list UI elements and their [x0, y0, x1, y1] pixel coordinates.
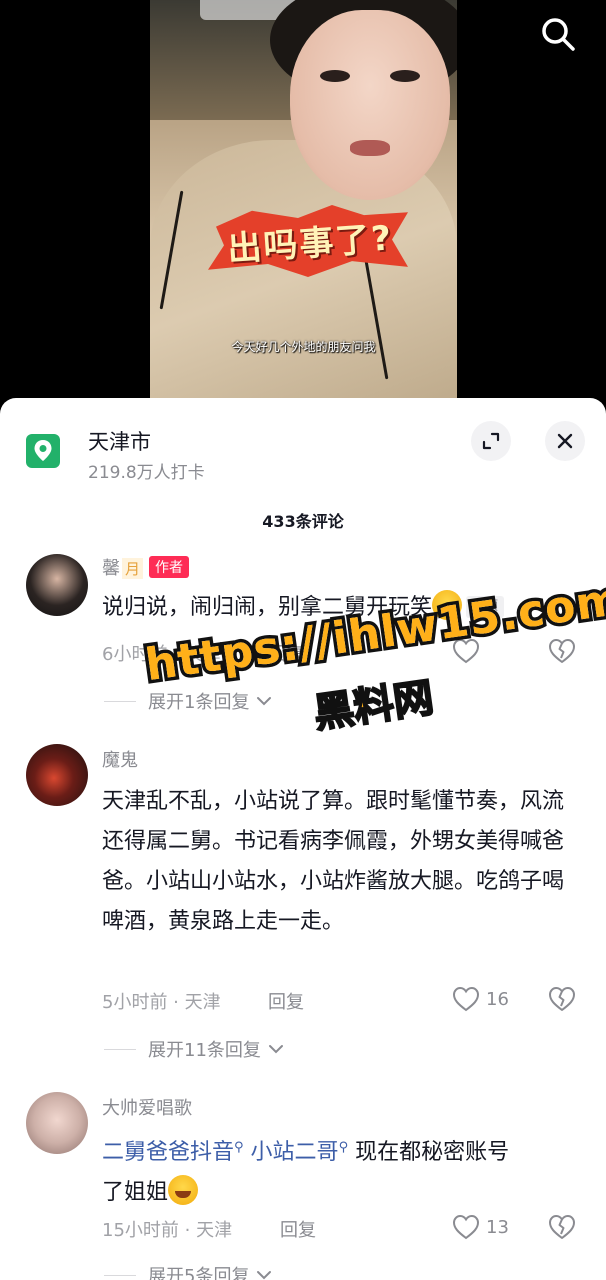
search-button[interactable]: [536, 12, 580, 56]
dislike-button[interactable]: [548, 1214, 576, 1244]
expand-replies-button[interactable]: 展开1条回复: [104, 688, 273, 714]
author-badge: 作者: [149, 556, 190, 578]
mention-link[interactable]: 小站二哥: [251, 1140, 339, 1165]
avatar[interactable]: [26, 744, 88, 806]
expand-replies-button[interactable]: 展开5条回复: [104, 1262, 273, 1280]
username-text: 馨: [102, 558, 120, 579]
comment-meta: 15小时前 · 天津: [102, 1220, 233, 1241]
comment-item: 魔鬼 天津乱不乱，小站说了算。跟时髦懂节奏，风流还得属二舅。书记看病李佩霞，外甥…: [0, 742, 606, 1062]
comment-username[interactable]: 馨月作者: [102, 554, 190, 580]
divider-line: [104, 700, 136, 702]
expand-replies-label: 展开5条回复: [148, 1266, 250, 1280]
comment-text[interactable]: 说归说，闹归闹，别拿二舅开玩笑 置顶: [102, 588, 582, 628]
video-person-face: [290, 10, 450, 200]
dislike-button[interactable]: [548, 986, 576, 1016]
like-button[interactable]: 16: [452, 986, 509, 1012]
chevron-down-icon: [257, 697, 272, 706]
video-person-eye: [390, 70, 420, 82]
comment-body: 说归说，闹归闹，别拿二舅开玩笑: [102, 595, 433, 620]
expand-sheet-button[interactable]: [471, 421, 511, 461]
comment-text[interactable]: 天津乱不乱，小站说了算。跟时髦懂节奏，风流还得属二舅。书记看病李佩霞，外甥女美得…: [102, 782, 582, 942]
heart-icon: [452, 1214, 480, 1240]
comment-username[interactable]: 大帅爱唱歌: [102, 1094, 192, 1120]
broken-heart-icon: [549, 639, 575, 663]
heart-icon: [452, 986, 480, 1012]
dislike-button[interactable]: [548, 638, 576, 668]
close-icon: [557, 433, 573, 449]
expand-replies-label: 展开1条回复: [148, 692, 250, 713]
search-icon: [542, 18, 575, 51]
divider-line: [104, 1274, 136, 1276]
video-player[interactable]: 出吗事了? 今天好几个外地的朋友问我: [0, 0, 606, 420]
video-person-mouth: [350, 140, 390, 156]
heart-icon: [452, 638, 480, 664]
expand-replies-label: 展开11条回复: [148, 1040, 261, 1061]
like-button[interactable]: [452, 638, 480, 664]
chevron-down-icon: [268, 1045, 283, 1054]
mention-link[interactable]: 二舅爸爸抖音: [102, 1140, 234, 1165]
video-person-eye: [320, 70, 350, 82]
broken-heart-icon: [549, 1215, 575, 1239]
comments-sheet: 天津市 219.8万人打卡 433条评论 馨月作者 说归说，闹归闹，别拿二舅开玩…: [0, 398, 606, 1280]
reply-button[interactable]: 回复: [268, 988, 304, 1014]
comment-meta: 6小时前 · 天津: [102, 644, 221, 665]
comment-item: 大帅爱唱歌 二舅爸爸抖音⚲ 小站二哥⚲ 现在都秘密账号 了姐姐 15小时前 · …: [0, 1090, 606, 1280]
comment-username[interactable]: 魔鬼: [102, 746, 138, 772]
video-frame[interactable]: 出吗事了? 今天好几个外地的朋友问我: [150, 0, 457, 400]
chevron-down-icon: [257, 1271, 272, 1280]
comment-body: 现在都秘密账号: [355, 1140, 510, 1165]
comment-count: 433条评论: [262, 512, 344, 531]
comment-text[interactable]: 二舅爸爸抖音⚲ 小站二哥⚲ 现在都秘密账号 了姐姐: [102, 1128, 582, 1213]
comment-item: 馨月作者 说归说，闹归闹，别拿二舅开玩笑 置顶 6小时前 · 天津 回复 展开1条…: [0, 550, 606, 713]
rofl-emoji-icon: [432, 590, 463, 620]
like-count: 16: [486, 988, 509, 1010]
location-header[interactable]: 天津市 219.8万人打卡: [0, 398, 606, 498]
like-button[interactable]: 13: [452, 1214, 509, 1240]
expand-replies-button[interactable]: 展开11条回复: [104, 1036, 285, 1062]
location-title[interactable]: 天津市: [88, 426, 151, 456]
reply-button[interactable]: 回复: [268, 640, 304, 666]
close-button[interactable]: [545, 421, 585, 461]
rofl-emoji-icon: [168, 1175, 199, 1205]
comment-body: 了姐姐: [102, 1180, 169, 1205]
avatar[interactable]: [26, 1092, 88, 1154]
search-icon: ⚲: [234, 1140, 244, 1155]
pinned-badge: 置顶: [466, 596, 505, 618]
broken-heart-icon: [549, 987, 575, 1011]
divider-line: [104, 1048, 136, 1050]
map-pin-icon: [26, 434, 60, 468]
search-icon: ⚲: [338, 1140, 349, 1155]
username-tag: 月: [122, 558, 144, 579]
like-count: 13: [486, 1216, 509, 1238]
reply-button[interactable]: 回复: [280, 1216, 316, 1242]
expand-icon: [482, 432, 500, 450]
comment-meta: 5小时前 · 天津: [102, 992, 221, 1013]
avatar[interactable]: [26, 554, 88, 616]
location-checkin-count: 219.8万人打卡: [88, 463, 205, 483]
video-subtitle: 今天好几个外地的朋友问我: [231, 340, 376, 354]
